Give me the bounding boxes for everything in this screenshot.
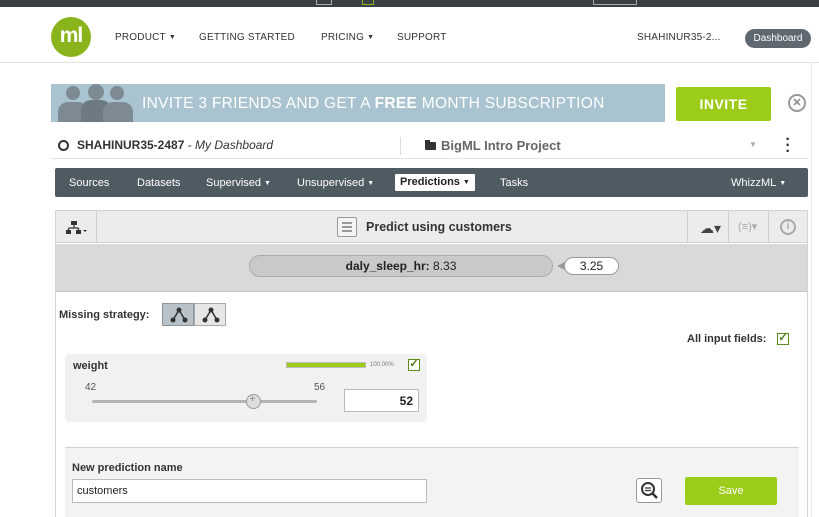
weight-slider[interactable] <box>92 394 317 409</box>
slider-min: 42 <box>85 382 97 393</box>
zoom-search-button[interactable] <box>636 478 662 503</box>
prediction-result-band: daly_sleep_hr: 8.33 3.25 <box>56 244 807 292</box>
breadcrumb-separator: - <box>184 138 196 152</box>
menu-datasets[interactable]: Datasets <box>137 177 180 189</box>
confidence-tag: 3.25 <box>557 257 619 275</box>
caret-down-icon: ▼ <box>779 180 787 187</box>
breadcrumb-dashboard[interactable]: My Dashboard <box>195 138 273 152</box>
more-vertical-icon[interactable]: · · · <box>784 132 792 160</box>
new-prediction-label: New prediction name <box>72 462 183 474</box>
caret-down-icon: ▼ <box>168 34 176 41</box>
all-input-fields-checkbox[interactable]: ✓ <box>777 333 789 345</box>
breadcrumb-user: SHAHINUR35-2487 - My Dashboard <box>77 138 273 152</box>
divider <box>96 211 97 243</box>
caret-down-icon: ▼ <box>462 179 470 186</box>
new-prediction-name-input[interactable] <box>72 479 427 503</box>
weight-input[interactable] <box>344 389 419 412</box>
split-tree-icon <box>170 307 188 323</box>
divider <box>400 137 401 155</box>
field-input-card: weight 100.00% ✓ 42 56 <box>65 354 427 422</box>
menu-unsupervised[interactable]: Unsupervised ▼ <box>297 177 374 189</box>
new-prediction-area: New prediction name Save <box>65 448 799 517</box>
caret-down-icon: ▼ <box>367 34 375 41</box>
formula-icon[interactable]: (≡)▾ <box>738 220 757 233</box>
menu-sources[interactable]: Sources <box>69 177 109 189</box>
people-icon <box>56 84 136 122</box>
bigml-logo[interactable]: ml <box>51 17 91 57</box>
main-menubar: Sources Datasets Supervised ▼ Unsupervise… <box>55 168 808 197</box>
slider-max: 56 <box>314 382 326 393</box>
prediction-field-name: daly_sleep_hr: <box>345 259 430 273</box>
menu-tasks[interactable]: Tasks <box>500 177 528 189</box>
cloud-sync-icon[interactable]: ☁▾ <box>700 220 721 237</box>
importance-bar <box>286 362 366 368</box>
menu-supervised[interactable]: Supervised ▼ <box>206 177 271 189</box>
field-name: weight <box>73 360 108 372</box>
user-icon <box>58 140 69 151</box>
importance-percent: 100.00% <box>370 362 394 368</box>
dashboard-button[interactable]: Dashboard <box>745 29 811 48</box>
nav-product-label: PRODUCT <box>115 32 166 43</box>
importance-bar-fill <box>287 363 365 367</box>
page-scroll-edge <box>811 63 819 517</box>
form-icon <box>337 217 357 237</box>
nav-getting-started-label: GETTING STARTED <box>199 32 295 43</box>
menu-unsupervised-label: Unsupervised <box>297 177 365 189</box>
all-input-fields-label: All input fields: <box>687 333 767 345</box>
taskbar-icon[interactable] <box>362 0 374 5</box>
strategy-proportional-button[interactable] <box>194 303 226 326</box>
nav-support-label: SUPPORT <box>397 32 447 43</box>
menu-whizzml-label: WhizzML <box>731 177 777 189</box>
os-taskbar-strip <box>0 0 819 7</box>
menu-whizzml[interactable]: WhizzML ▼ <box>731 177 786 189</box>
divider <box>687 211 688 243</box>
panel-toolbar: Predict using customers ☁▾ (≡)▾ i <box>56 211 807 243</box>
close-icon[interactable]: ✕ <box>788 94 806 112</box>
menu-predictions-label: Predictions <box>400 176 460 188</box>
menu-supervised-label: Supervised <box>206 177 262 189</box>
caret-down-icon[interactable]: ▼ <box>749 140 757 149</box>
dashboard-breadcrumb: SHAHINUR35-2487 - My Dashboard BigML Int… <box>51 132 808 160</box>
prediction-result: daly_sleep_hr: 8.33 <box>249 255 553 277</box>
site-header: ml PRODUCT ▼ GETTING STARTED PRICING ▼ SUP… <box>0 7 819 63</box>
nav-pricing[interactable]: PRICING ▼ <box>321 32 374 43</box>
banner-text-prefix: INVITE 3 FRIENDS AND GET A <box>142 95 375 112</box>
divider <box>768 211 769 243</box>
nav-getting-started[interactable]: GETTING STARTED <box>199 32 295 43</box>
invite-button[interactable]: INVITE <box>676 87 771 121</box>
magnifier-icon <box>641 482 658 499</box>
strategy-last-prediction-button[interactable] <box>162 303 194 326</box>
user-menu[interactable]: SHAHINUR35-2... <box>637 32 721 43</box>
taskbar-icon[interactable] <box>593 0 637 5</box>
slider-handle[interactable] <box>245 394 261 409</box>
field-include-checkbox[interactable]: ✓ <box>408 359 420 371</box>
divider <box>728 211 729 243</box>
menu-predictions[interactable]: Predictions ▼ <box>395 174 475 191</box>
caret-down-icon: ▼ <box>367 180 375 187</box>
info-icon[interactable]: i <box>780 219 796 235</box>
nav-product[interactable]: PRODUCT ▼ <box>115 32 176 43</box>
save-button[interactable]: Save <box>685 477 777 505</box>
prediction-value: 8.33 <box>433 259 457 273</box>
nav-pricing-label: PRICING <box>321 32 365 43</box>
caret-down-icon: ▼ <box>264 180 271 187</box>
project-selector[interactable]: BigML Intro Project <box>441 138 561 153</box>
tree-model-icon[interactable] <box>66 221 88 235</box>
missing-strategy-label: Missing strategy: <box>59 309 150 321</box>
split-tree-icon <box>202 307 220 323</box>
banner-text-suffix: MONTH SUBSCRIPTION <box>417 95 605 112</box>
banner-arrow <box>645 84 664 122</box>
breadcrumb-username[interactable]: SHAHINUR35-2487 <box>77 138 184 152</box>
predict-panel: Predict using customers ☁▾ (≡)▾ i daly_s… <box>55 210 808 517</box>
panel-title: Predict using customers <box>366 220 512 234</box>
banner-text-bold: FREE <box>374 95 418 112</box>
nav-support[interactable]: SUPPORT <box>397 32 447 43</box>
folder-icon <box>425 140 436 150</box>
taskbar-icon[interactable] <box>316 0 332 5</box>
banner-text: INVITE 3 FRIENDS AND GET A FREE MONTH SU… <box>142 95 605 113</box>
